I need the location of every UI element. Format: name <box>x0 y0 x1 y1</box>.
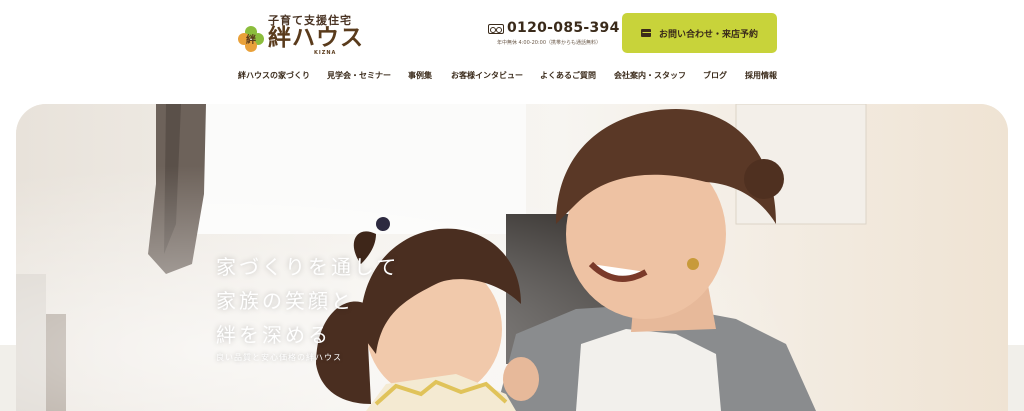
nav-item-case-studies[interactable]: 事例集 <box>408 70 432 81</box>
nav-item-faq[interactable]: よくあるご質問 <box>540 70 596 81</box>
nav-item-customer-interviews[interactable]: お客様インタビュー <box>451 70 523 81</box>
hero-headline-line-2: 家族の笑顔と <box>216 289 354 313</box>
contact-reservation-button[interactable]: お問い合わせ・来店予約 <box>622 13 777 53</box>
phone-hours: 年中無休 4:00-20:00（携帯からも通話無料） <box>496 40 602 46</box>
mail-icon <box>640 29 651 37</box>
contact-button-label: お問い合わせ・来店予約 <box>658 29 758 40</box>
free-dial-icon <box>488 24 504 34</box>
hero-headline-line-1: 家づくりを通して <box>216 255 400 279</box>
nav-item-house-building[interactable]: 絆ハウスの家づくり <box>238 70 310 81</box>
hero-section: 家づくりを通して 家族の笑顔と 絆を深める 良い品質と安心価格の絆ハウス <box>16 104 1008 411</box>
nav-item-tours-seminars[interactable]: 見学会・セミナー <box>327 70 391 81</box>
hero-photo-mother-and-child <box>16 104 1008 411</box>
clover-logo-icon: 絆 <box>238 26 264 52</box>
hero-headline-line-3: 絆を深める <box>216 323 331 347</box>
nav-item-recruitment[interactable]: 採用情報 <box>745 70 777 81</box>
phone-number[interactable]: 0120-085-394 <box>507 20 620 36</box>
phone-block[interactable]: 0120-085-394 年中無休 4:00-20:00（携帯からも通話無料） <box>488 20 619 50</box>
site-logo[interactable]: 子育て支援住宅 絆 絆ハウス KIZNA <box>238 12 378 56</box>
hero-subcopy: 良い品質と安心価格の絆ハウス <box>216 353 342 362</box>
nav-item-company-staff[interactable]: 会社案内・スタッフ <box>614 70 686 81</box>
hero-headline: 家づくりを通して 家族の笑顔と 絆を深める <box>216 250 399 352</box>
logo-romanized: KIZNA <box>314 50 337 56</box>
logo-mark-char: 絆 <box>246 33 256 46</box>
nav-item-blog[interactable]: ブログ <box>703 70 727 81</box>
logo-name: 絆ハウス <box>268 25 364 51</box>
